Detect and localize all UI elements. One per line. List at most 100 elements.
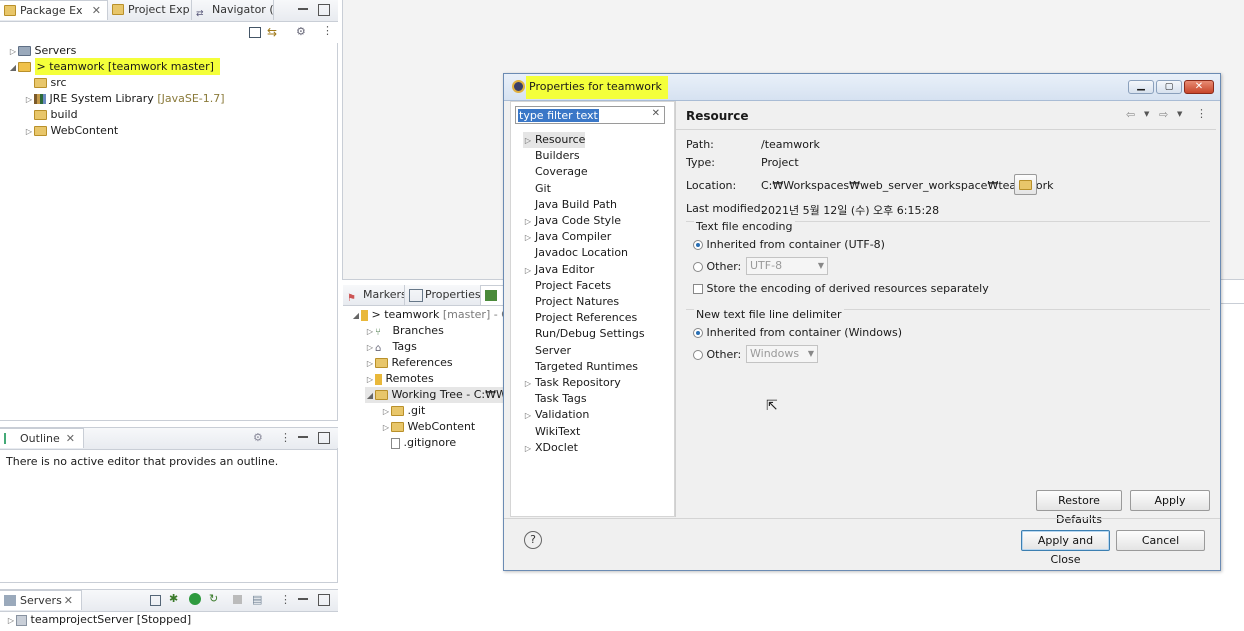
chevron-right-icon[interactable]: ▷ [523, 408, 533, 424]
maximize-icon[interactable] [318, 4, 330, 16]
maximize-icon[interactable]: ▢ [1156, 80, 1182, 94]
repo-git-folder[interactable]: ▷ .git [381, 403, 425, 419]
git-panel-tabbar: ⚑ Markers Properties [343, 285, 513, 306]
publish-icon[interactable]: ▤ [252, 593, 262, 606]
close-icon[interactable]: ✕ [66, 429, 75, 448]
store-encoding-checkbox[interactable]: Store the encoding of derived resources … [693, 282, 989, 295]
encoding-inherited-radio[interactable]: Inherited from container (UTF-8) [693, 238, 885, 251]
help-icon[interactable]: ? [524, 531, 542, 549]
filter-field[interactable]: type filter text ✕ [515, 106, 665, 124]
nav-item-coverage[interactable]: Coverage [523, 164, 588, 180]
package-explorer-tree: ▷ Servers ◢ > teamwork [teamwork master]… [0, 43, 338, 421]
apply-button[interactable]: Apply [1130, 490, 1210, 511]
repo-remotes[interactable]: ▷ Remotes [365, 371, 434, 387]
delimiter-inherited-radio[interactable]: Inherited from container (Windows) [693, 326, 902, 339]
nav-item-run-debug-settings[interactable]: Run/Debug Settings [523, 326, 645, 342]
maximize-icon[interactable] [318, 432, 330, 444]
close-icon[interactable]: ✕ [64, 591, 73, 610]
forward-menu-icon[interactable]: ▼ [1177, 110, 1182, 118]
close-icon[interactable]: ✕ [92, 1, 101, 20]
repo-webcontent[interactable]: ▷ WebContent [381, 419, 475, 435]
tab-properties[interactable]: Properties [405, 285, 481, 305]
clear-filter-icon[interactable]: ✕ [652, 108, 660, 119]
back-icon[interactable]: ⇦ [1126, 108, 1135, 121]
nav-item-java-build-path[interactable]: Java Build Path [523, 197, 617, 213]
nav-item-project-facets[interactable]: Project Facets [523, 278, 611, 294]
view-menu-icon[interactable]: ⋮ [280, 431, 291, 444]
tab-navigator[interactable]: ⇄ Navigator ( [192, 0, 274, 20]
nav-item-validation[interactable]: ▷ Validation [523, 407, 589, 423]
show-in-explorer-button[interactable] [1014, 174, 1037, 195]
nav-item-server[interactable]: Server [523, 343, 571, 359]
nav-item-xdoclet[interactable]: ▷ XDoclet [523, 440, 578, 456]
forward-icon[interactable]: ⇨ [1159, 108, 1168, 121]
tree-item-servers[interactable]: ▷ Servers [8, 43, 76, 59]
tree-item-jre[interactable]: ▷ JRE System Library [JavaSE-1.7] [24, 91, 225, 107]
chevron-right-icon[interactable]: ▷ [523, 263, 533, 279]
encoding-group-title: Text file encoding [694, 220, 795, 233]
nav-item-git[interactable]: Git [523, 181, 551, 197]
tree-item-src[interactable]: src [24, 75, 67, 91]
tab-servers[interactable]: Servers ✕ [0, 590, 82, 610]
nav-item-project-natures[interactable]: Project Natures [523, 294, 619, 310]
restore-defaults-button[interactable]: Restore Defaults [1036, 490, 1122, 526]
debug-icon[interactable]: ✱ [169, 592, 178, 605]
chevron-right-icon[interactable]: ▷ [523, 214, 533, 230]
chevron-right-icon[interactable]: ▷ [523, 376, 533, 392]
chevron-right-icon[interactable]: ▷ [523, 133, 533, 149]
view-menu-icon[interactable]: ⋮ [280, 593, 291, 606]
nav-item-java-editor[interactable]: ▷ Java Editor [523, 262, 594, 278]
nav-item-java-compiler[interactable]: ▷ Java Compiler [523, 229, 611, 245]
nav-item-task-tags[interactable]: Task Tags [523, 391, 587, 407]
repo-teamwork[interactable]: ◢ > teamwork [master] - C [351, 307, 509, 323]
encoding-other-radio[interactable]: Other: [693, 260, 741, 273]
repo-references[interactable]: ▷ References [365, 355, 453, 371]
view-menu-icon[interactable]: ⋮ [322, 24, 333, 37]
link-editor-icon[interactable]: ⇆ [267, 25, 277, 39]
title-separator [676, 129, 1216, 130]
minimize-icon[interactable] [298, 594, 308, 600]
sort-icon[interactable]: ⚙ [253, 431, 263, 444]
project-icon [18, 62, 31, 72]
tab-markers[interactable]: ⚑ Markers [343, 285, 405, 305]
view-menu-icon[interactable]: ⋮ [1196, 107, 1207, 120]
new-server-icon[interactable] [150, 595, 161, 606]
nav-item-project-references[interactable]: Project References [523, 310, 637, 326]
tab-project-explorer[interactable]: Project Exp [108, 0, 192, 20]
nav-item-task-repository[interactable]: ▷ Task Repository [523, 375, 621, 391]
start-server-icon[interactable] [189, 593, 201, 605]
repo-tags[interactable]: ▷ ⌂ Tags [365, 339, 417, 355]
tree-item-build[interactable]: build [24, 107, 78, 123]
nav-item-java-code-style[interactable]: ▷ Java Code Style [523, 213, 621, 229]
chevron-right-icon[interactable]: ▷ [523, 230, 533, 246]
filter-icon[interactable]: ⚙ [296, 25, 306, 38]
profile-icon[interactable]: ↻ [209, 592, 218, 605]
close-icon[interactable]: ✕ [1184, 80, 1214, 94]
delimiter-other-radio[interactable]: Other: [693, 348, 741, 361]
nav-item-targeted-runtimes[interactable]: Targeted Runtimes [523, 359, 638, 375]
cancel-button[interactable]: Cancel [1116, 530, 1205, 551]
tab-outline[interactable]: Outline ✕ [0, 428, 84, 448]
server-row[interactable]: ▷ teamprojectServer [Stopped] [6, 612, 191, 628]
tree-item-teamwork[interactable]: ◢ > teamwork [teamwork master] [8, 58, 220, 75]
nav-item-javadoc-location[interactable]: Javadoc Location [523, 245, 628, 261]
delimiter-other-select[interactable]: Windows ▼ [746, 345, 818, 363]
minimize-icon[interactable]: ▁ [1128, 80, 1154, 94]
apply-and-close-button[interactable]: Apply and Close [1021, 530, 1110, 566]
stop-server-icon[interactable] [233, 595, 242, 604]
tab-package-explorer[interactable]: Package Ex ✕ [0, 0, 108, 20]
minimize-icon[interactable] [298, 4, 308, 10]
nav-item-wikitext[interactable]: WikiText [523, 424, 580, 440]
back-menu-icon[interactable]: ▼ [1144, 110, 1149, 118]
repo-branches[interactable]: ▷ ⑂ Branches [365, 323, 444, 339]
tree-item-webcontent[interactable]: ▷ WebContent [24, 123, 118, 139]
chevron-right-icon[interactable]: ▷ [523, 441, 533, 457]
maximize-icon[interactable] [318, 594, 330, 606]
collapse-all-icon[interactable] [249, 27, 261, 38]
repo-working-tree[interactable]: ◢ Working Tree - C:₩Wo [365, 387, 513, 403]
minimize-icon[interactable] [298, 432, 308, 438]
encoding-other-select[interactable]: UTF-8 ▼ [746, 257, 828, 275]
nav-item-builders[interactable]: Builders [523, 148, 580, 164]
repo-gitignore[interactable]: .gitignore [381, 435, 456, 451]
nav-item-resource[interactable]: ▷ Resource [523, 132, 586, 149]
